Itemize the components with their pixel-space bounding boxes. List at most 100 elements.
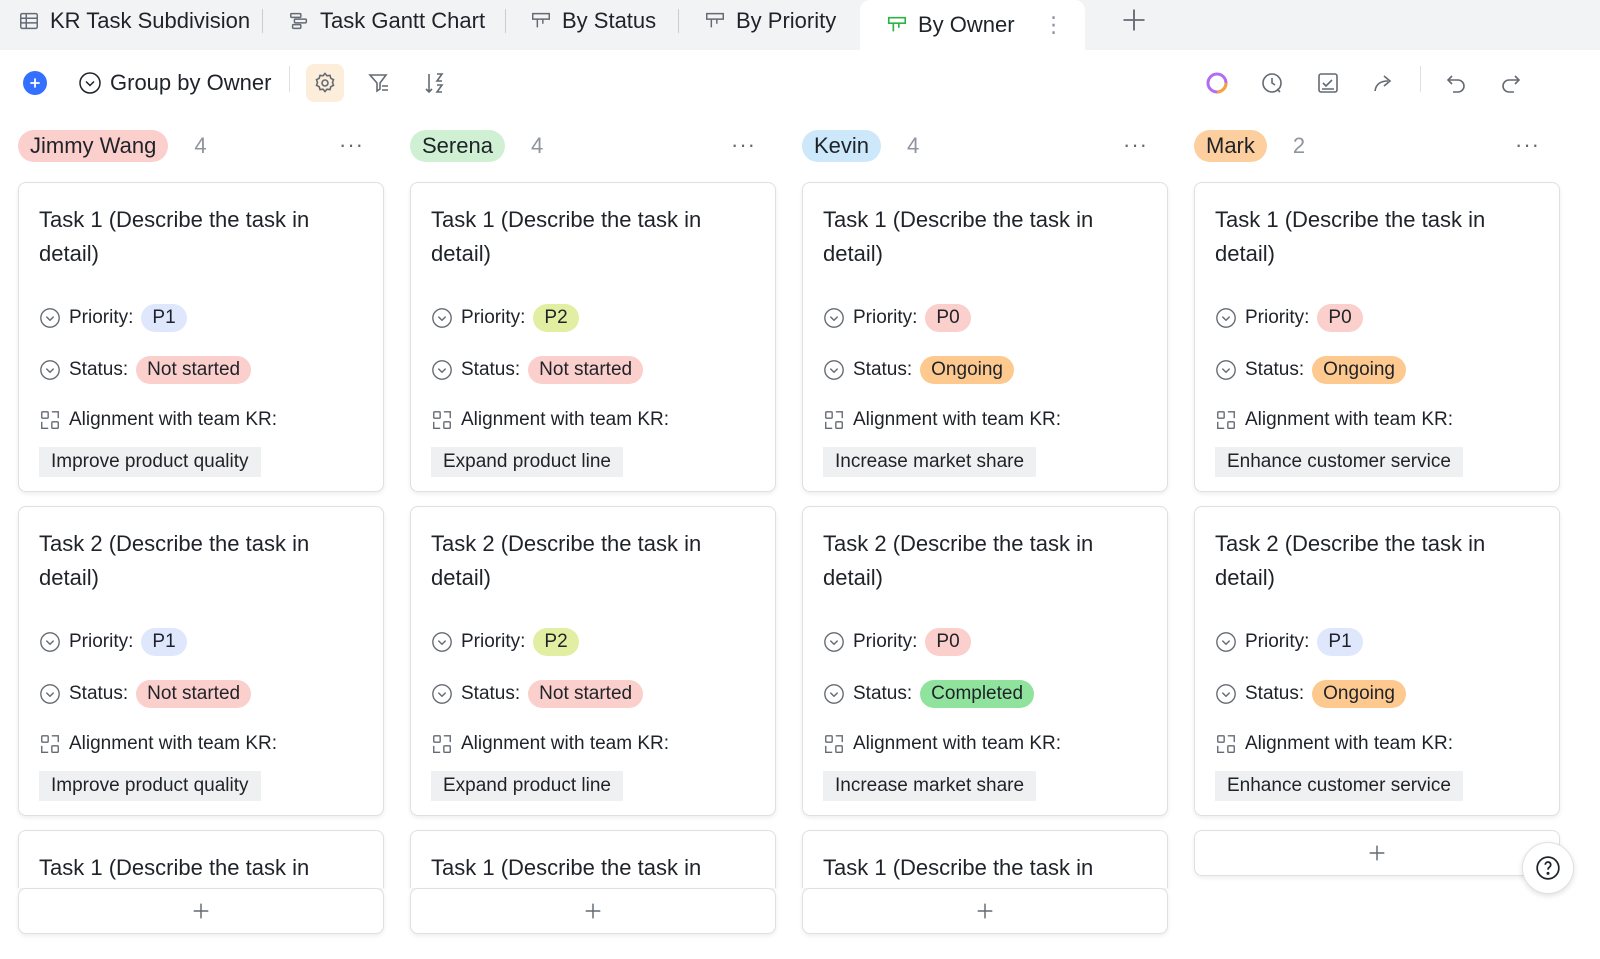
tab-label: By Status bbox=[562, 8, 657, 33]
help-button[interactable] bbox=[1522, 842, 1574, 894]
ai-assistant-button[interactable] bbox=[1198, 64, 1236, 102]
task-card[interactable]: Task 2 (Describe the task in detail) Prio… bbox=[410, 506, 776, 816]
task-card[interactable]: Task 1 (Describe the task in detail) Prio… bbox=[410, 182, 776, 492]
history-button[interactable] bbox=[1253, 64, 1291, 102]
tab-kr-task-subdivision[interactable]: KR Task Subdivision bbox=[18, 0, 250, 42]
filter-icon bbox=[368, 74, 388, 93]
tab-by-priority[interactable]: By Priority bbox=[704, 0, 836, 42]
task-card[interactable]: Task 1 (Describe the task in bbox=[410, 830, 776, 888]
kanban-icon bbox=[706, 12, 724, 28]
settings-button[interactable] bbox=[306, 64, 344, 102]
priority-pill: P2 bbox=[533, 628, 579, 656]
priority-label: Priority: bbox=[853, 631, 918, 652]
status-label: Status: bbox=[1245, 359, 1305, 380]
status-pill: Completed bbox=[920, 680, 1035, 708]
kr-value[interactable]: Enhance customer service bbox=[1215, 771, 1463, 801]
priority-field: Priority: P2 bbox=[431, 299, 755, 337]
undo-button[interactable] bbox=[1437, 64, 1475, 102]
kr-label: Alignment with team KR: bbox=[69, 733, 278, 754]
checklist-button[interactable] bbox=[1309, 64, 1347, 102]
tab-divider bbox=[678, 9, 679, 33]
link-record-icon bbox=[433, 735, 451, 753]
kr-value[interactable]: Improve product quality bbox=[39, 447, 261, 477]
task-card[interactable]: Task 2 (Describe the task in detail) Prio… bbox=[1194, 506, 1560, 816]
chevron-down-circle-icon bbox=[40, 684, 60, 704]
tab-more-icon[interactable]: ⋮ bbox=[1043, 12, 1065, 38]
column-more-icon[interactable]: ··· bbox=[339, 132, 364, 158]
task-title: Task 1 (Describe the task in detail) bbox=[431, 207, 702, 266]
record-count: 4 bbox=[530, 133, 544, 158]
kr-value[interactable]: Increase market share bbox=[823, 771, 1037, 801]
add-card-button[interactable] bbox=[1194, 830, 1560, 876]
undo-icon bbox=[1446, 75, 1465, 93]
task-card[interactable]: Task 2 (Describe the task in detail) Prio… bbox=[802, 506, 1168, 816]
status-pill: Ongoing bbox=[1312, 356, 1406, 384]
column-header: Serena 4 ··· bbox=[410, 126, 778, 166]
task-card[interactable]: Task 1 (Describe the task in detail) Prio… bbox=[18, 182, 384, 492]
priority-field: Priority: P2 bbox=[431, 623, 755, 661]
redo-button[interactable] bbox=[1492, 64, 1530, 102]
link-record-icon bbox=[41, 411, 59, 429]
view-tab-bar: KR Task Subdivision Task Gantt Chart By … bbox=[0, 0, 1600, 50]
kr-value[interactable]: Enhance customer service bbox=[1215, 447, 1463, 477]
add-card-button[interactable] bbox=[802, 888, 1168, 934]
column-more-icon[interactable]: ··· bbox=[1123, 132, 1148, 158]
add-card-button[interactable] bbox=[18, 888, 384, 934]
priority-label: Priority: bbox=[1245, 631, 1310, 652]
toolbar-divider bbox=[1420, 66, 1421, 92]
kr-value[interactable]: Improve product quality bbox=[39, 771, 261, 801]
column-more-icon[interactable]: ··· bbox=[1515, 132, 1540, 158]
priority-field: Priority: P0 bbox=[1215, 299, 1539, 337]
task-card[interactable]: Task 1 (Describe the task in detail) Prio… bbox=[802, 182, 1168, 492]
link-record-icon bbox=[825, 735, 843, 753]
priority-field: Priority: P1 bbox=[39, 623, 363, 661]
task-card[interactable]: Task 1 (Describe the task in detail) Prio… bbox=[1194, 182, 1560, 492]
kr-field: Alignment with team KR: bbox=[431, 403, 755, 437]
plus-icon bbox=[977, 903, 993, 919]
grid-table-icon bbox=[20, 12, 38, 30]
record-count: 2 bbox=[1292, 133, 1306, 158]
chevron-down-circle-icon bbox=[1216, 308, 1236, 328]
tab-task-gantt-chart[interactable]: Task Gantt Chart bbox=[288, 0, 485, 42]
priority-field: Priority: P0 bbox=[823, 299, 1147, 337]
group-by-button[interactable]: Group by Owner bbox=[78, 64, 271, 102]
priority-pill: P1 bbox=[141, 304, 187, 332]
column-more-icon[interactable]: ··· bbox=[731, 132, 756, 158]
task-card[interactable]: Task 2 (Describe the task in detail) Prio… bbox=[18, 506, 384, 816]
add-card-button[interactable] bbox=[410, 888, 776, 934]
chevron-down-circle-icon bbox=[40, 308, 60, 328]
plus-icon bbox=[585, 903, 601, 919]
kr-field: Alignment with team KR: bbox=[1215, 727, 1539, 761]
owner-tag: Serena bbox=[410, 130, 505, 162]
task-card[interactable]: Task 1 (Describe the task in bbox=[802, 830, 1168, 888]
owner-tag: Kevin bbox=[802, 130, 882, 162]
kr-value[interactable]: Expand product line bbox=[431, 771, 623, 801]
tab-divider bbox=[262, 9, 263, 33]
sort-button[interactable] bbox=[416, 64, 454, 102]
add-view-icon[interactable] bbox=[1120, 6, 1148, 34]
tab-by-owner[interactable]: By Owner ⋮ bbox=[860, 0, 1085, 50]
status-field: Status: Completed bbox=[823, 675, 1147, 713]
priority-field: Priority: P1 bbox=[39, 299, 363, 337]
status-pill: Not started bbox=[136, 680, 252, 708]
kr-label: Alignment with team KR: bbox=[1245, 409, 1454, 430]
filter-button[interactable] bbox=[360, 64, 398, 102]
task-title: Task 2 (Describe the task in detail) bbox=[431, 531, 702, 590]
tab-by-status[interactable]: By Status bbox=[530, 0, 656, 42]
priority-field: Priority: P0 bbox=[823, 623, 1147, 661]
task-card[interactable]: Task 1 (Describe the task in bbox=[18, 830, 384, 888]
kr-label: Alignment with team KR: bbox=[853, 733, 1062, 754]
share-button[interactable] bbox=[1364, 64, 1402, 102]
chevron-down-circle-icon bbox=[1216, 360, 1236, 380]
task-title: Task 2 (Describe the task in detail) bbox=[823, 531, 1094, 590]
kr-value[interactable]: Increase market share bbox=[823, 447, 1037, 477]
status-field: Status: Not started bbox=[431, 675, 755, 713]
add-record-button[interactable] bbox=[23, 64, 47, 102]
plus-icon bbox=[1369, 845, 1385, 861]
tab-label: Task Gantt Chart bbox=[320, 8, 486, 33]
kr-value[interactable]: Expand product line bbox=[431, 447, 623, 477]
priority-pill: P0 bbox=[925, 304, 971, 332]
link-record-icon bbox=[433, 411, 451, 429]
kr-label: Alignment with team KR: bbox=[1245, 733, 1454, 754]
sort-icon bbox=[425, 73, 444, 94]
